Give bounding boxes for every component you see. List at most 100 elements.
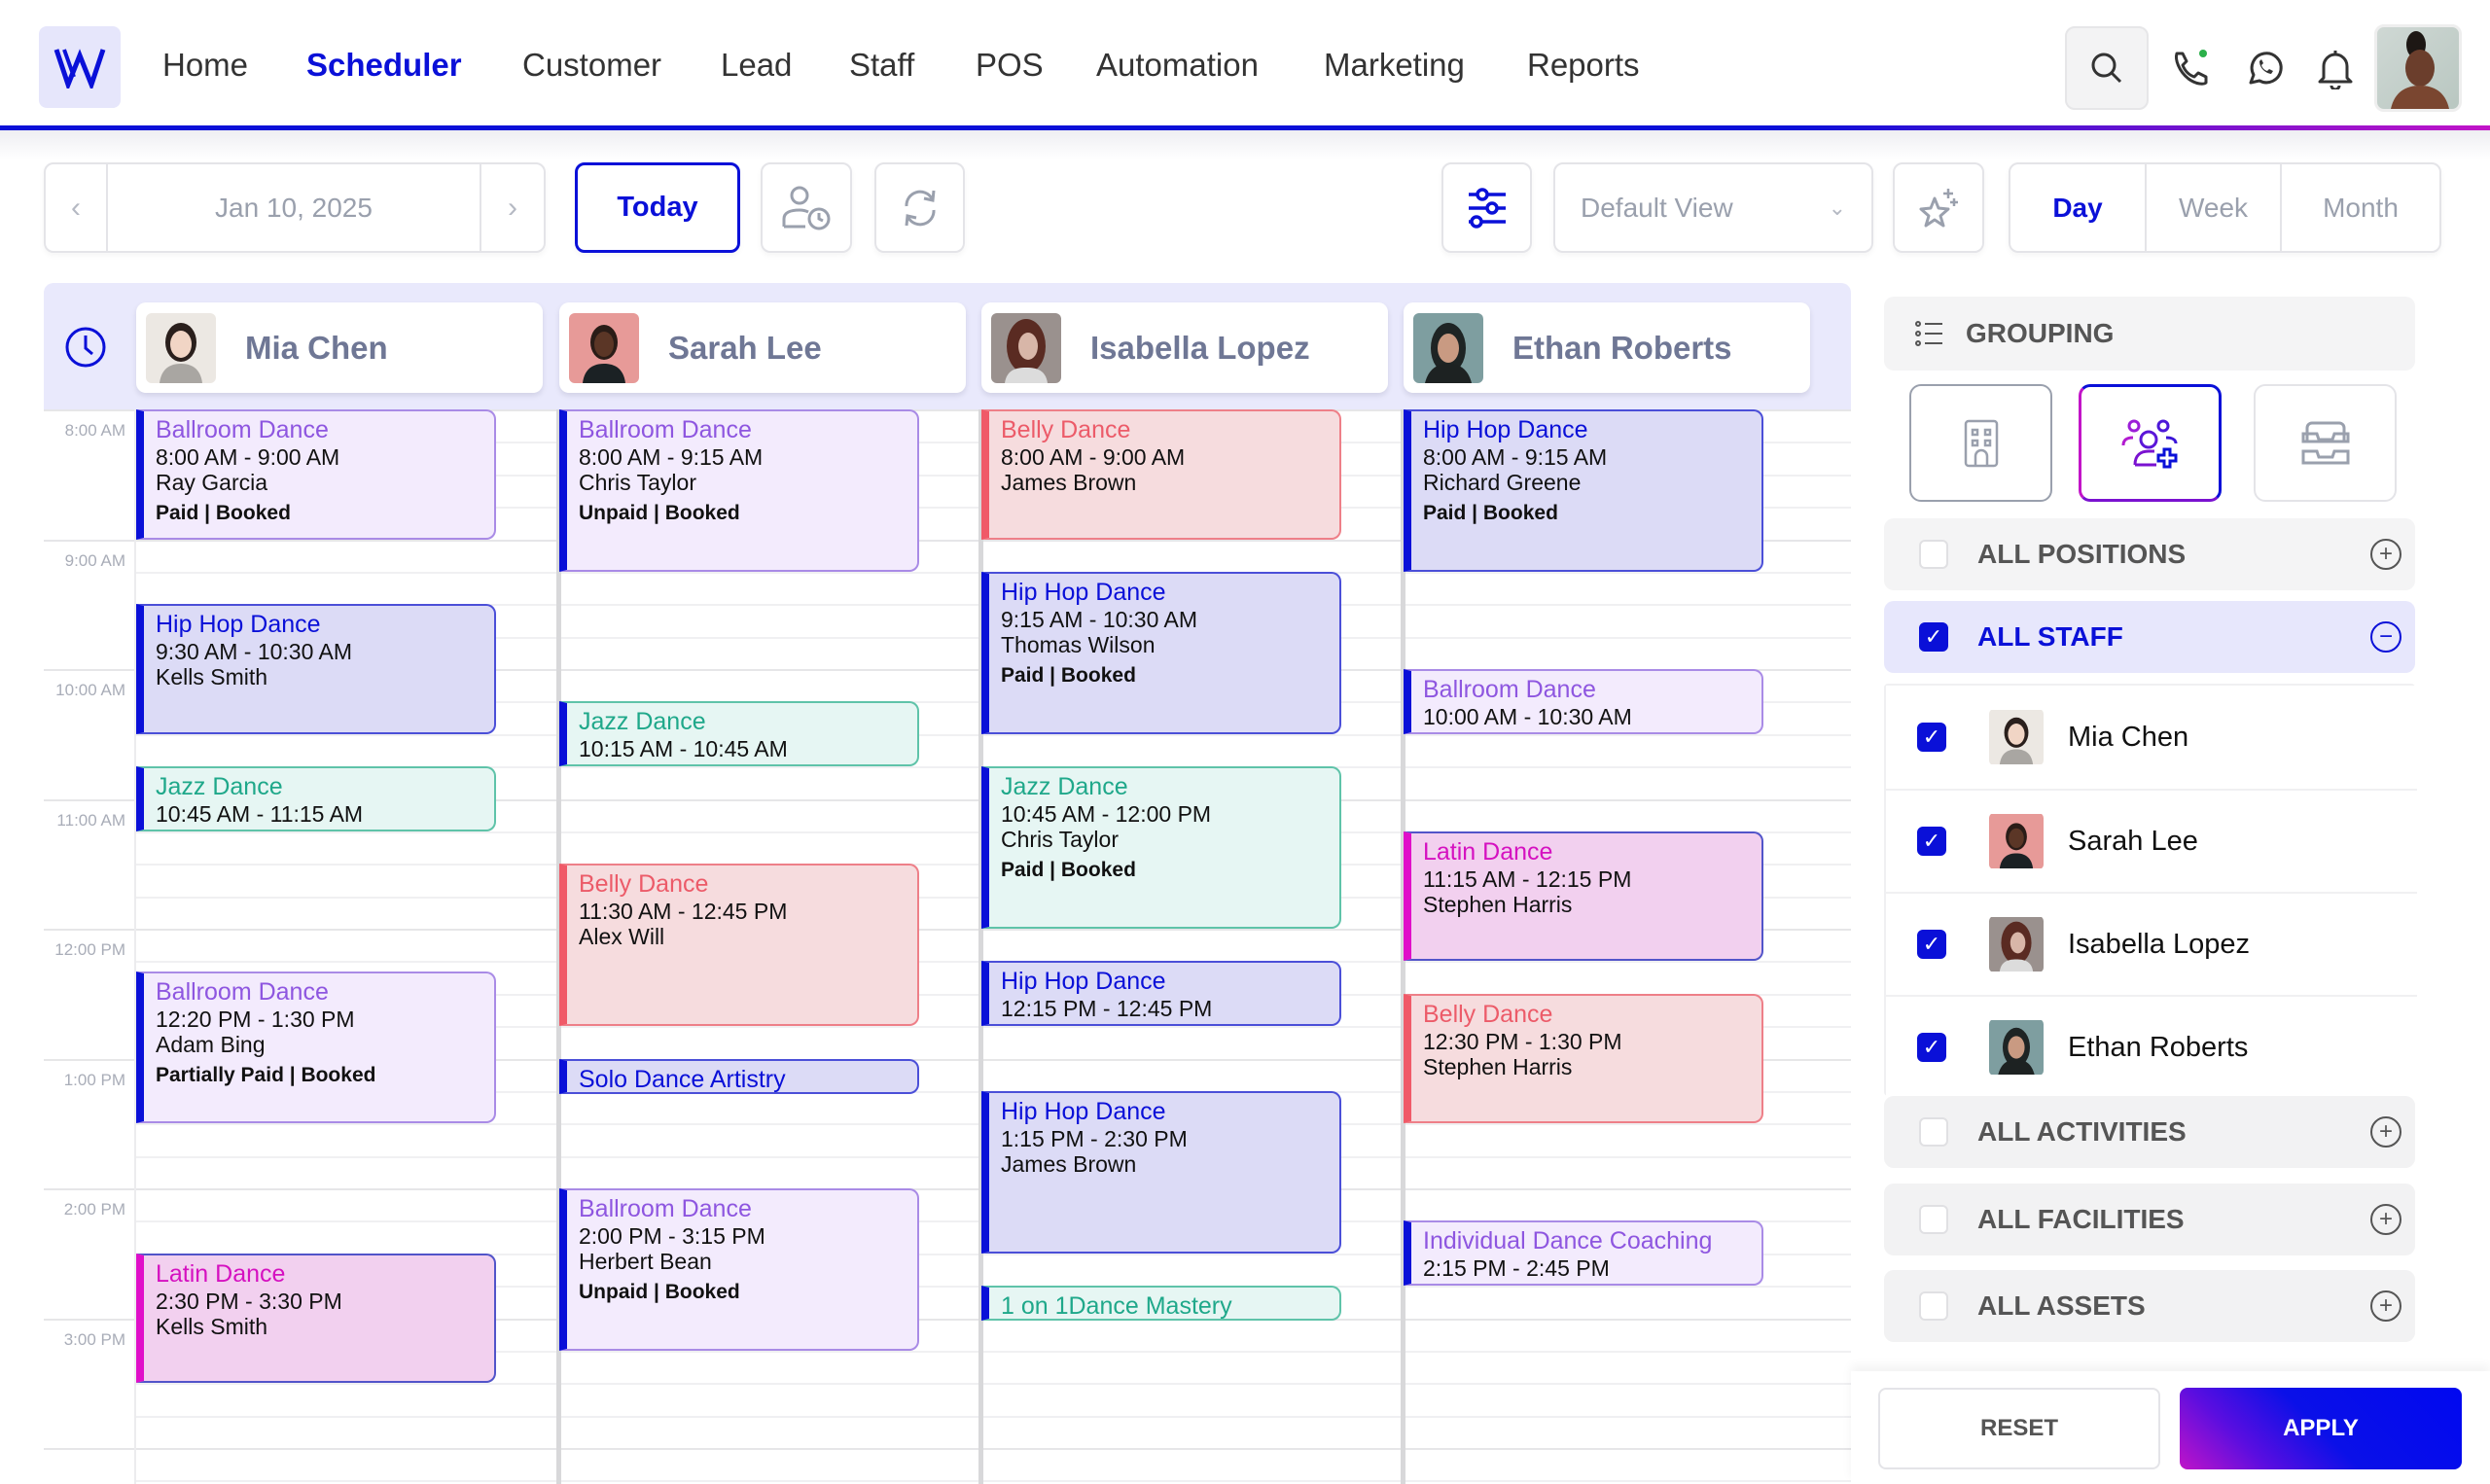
event-card[interactable]: Jazz Dance 10:15 AM - 10:45 AM: [559, 701, 919, 767]
expand-plus-icon[interactable]: +: [2370, 1116, 2401, 1148]
staff-name: Mia Chen: [245, 329, 388, 366]
group-by-facility[interactable]: [1909, 384, 2052, 502]
today-button[interactable]: Today: [575, 162, 740, 253]
all-positions-checkbox[interactable]: [1919, 540, 1948, 569]
event-title: Hip Hop Dance: [1423, 416, 1588, 443]
reset-button[interactable]: RESET: [1878, 1388, 2160, 1469]
tab-month[interactable]: Month: [2282, 164, 2439, 251]
tab-day[interactable]: Day: [2010, 164, 2147, 251]
time-label: 8:00 AM: [64, 421, 125, 440]
staff-checkbox[interactable]: ✓: [1917, 827, 1946, 856]
event-title: Ballroom Dance: [1423, 676, 1596, 703]
staff-filter-item[interactable]: ✓ Mia Chen: [1886, 686, 2417, 789]
filter-all-staff[interactable]: ✓ ALL STAFF −: [1884, 601, 2415, 673]
filter-all-activities[interactable]: ALL ACTIVITIES +: [1884, 1096, 2415, 1168]
nav-lead[interactable]: Lead: [721, 47, 792, 84]
expand-plus-icon[interactable]: +: [2370, 539, 2401, 570]
current-date[interactable]: Jan 10, 2025: [108, 193, 480, 224]
event-title: Belly Dance: [579, 870, 709, 899]
event-card[interactable]: Belly Dance 11:30 AM - 12:45 PM Alex Will: [559, 864, 919, 1027]
event-card[interactable]: Belly Dance 12:30 PM - 1:30 PM Stephen Har…: [1404, 993, 1763, 1124]
nav-automation[interactable]: Automation: [1096, 47, 1259, 84]
view-mode-tabs: Day Week Month: [2009, 162, 2441, 253]
event-status: Unpaid | Booked: [579, 502, 740, 524]
staff-checkbox[interactable]: ✓: [1917, 930, 1946, 959]
group-by-asset[interactable]: [2254, 384, 2397, 502]
nav-scheduler[interactable]: Scheduler: [306, 47, 462, 84]
all-positions-label: ALL POSITIONS: [1977, 539, 2187, 569]
event-title: Ballroom Dance: [579, 416, 752, 443]
event-card[interactable]: Individual Dance Coaching 2:15 PM - 2:45 …: [1404, 1220, 1763, 1287]
star-plus-icon: [1919, 188, 1958, 227]
time-grid: 8:00 AM 9:00 AM 10:00 AM 11:00 AM 12:00 PM 1:…: [44, 409, 1851, 1484]
all-assets-checkbox[interactable]: [1919, 1291, 1948, 1321]
event-card[interactable]: Solo Dance Artistry: [559, 1058, 919, 1094]
staff-checkbox[interactable]: ✓: [1917, 723, 1946, 752]
filter-button[interactable]: [1441, 162, 1532, 253]
all-activities-checkbox[interactable]: [1919, 1117, 1948, 1147]
tab-week[interactable]: Week: [2147, 164, 2282, 251]
staff-column-header[interactable]: Ethan Roberts: [1404, 302, 1810, 393]
event-card[interactable]: Ballroom Dance 2:00 PM - 3:15 PM Herbert B…: [559, 1188, 919, 1351]
quarter-gridline: [136, 1383, 1851, 1386]
filter-all-assets[interactable]: ALL ASSETS +: [1884, 1270, 2415, 1342]
staff-filter-item[interactable]: ✓ Ethan Roberts: [1886, 995, 2417, 1098]
event-time: 2:30 PM - 3:30 PM: [156, 1288, 342, 1314]
nav-home[interactable]: Home: [162, 47, 248, 84]
all-assets-label: ALL ASSETS: [1977, 1290, 2146, 1321]
event-card[interactable]: 1 on 1Dance Mastery: [981, 1286, 1341, 1322]
expand-plus-icon[interactable]: +: [2370, 1290, 2401, 1322]
staff-column-header[interactable]: Sarah Lee: [559, 302, 966, 393]
event-card[interactable]: Hip Hop Dance 9:30 AM - 10:30 AM Kells Smi…: [136, 604, 496, 734]
staff-column-header[interactable]: Isabella Lopez: [981, 302, 1388, 393]
user-avatar[interactable]: [2374, 24, 2462, 112]
prev-day-button[interactable]: ‹: [46, 164, 108, 251]
staff-filter-item[interactable]: ✓ Isabella Lopez: [1886, 892, 2417, 995]
event-card[interactable]: Hip Hop Dance 8:00 AM - 9:15 AM Richard Gr…: [1404, 409, 1763, 572]
event-client: James Brown: [1001, 1150, 1137, 1177]
staff-filter-item[interactable]: ✓ Sarah Lee: [1886, 789, 2417, 892]
staff-column-header[interactable]: Mia Chen: [136, 302, 543, 393]
event-card[interactable]: Ballroom Dance 8:00 AM - 9:15 AM Chris Tay…: [559, 409, 919, 572]
nav-staff[interactable]: Staff: [849, 47, 914, 84]
group-by-staff[interactable]: [2079, 384, 2222, 502]
nav-pos[interactable]: POS: [976, 47, 1044, 84]
app-logo[interactable]: [39, 26, 121, 108]
refresh-button[interactable]: [874, 162, 965, 253]
nav-customer[interactable]: Customer: [522, 47, 661, 84]
event-card[interactable]: Hip Hop Dance 12:15 PM - 12:45 PM: [981, 961, 1341, 1027]
expand-plus-icon[interactable]: +: [2370, 1204, 2401, 1235]
notifications-button[interactable]: [2294, 26, 2377, 110]
all-staff-checkbox[interactable]: ✓: [1919, 622, 1948, 652]
event-card[interactable]: Latin Dance 11:15 AM - 12:15 PM Stephen Ha…: [1404, 830, 1763, 962]
event-card[interactable]: Hip Hop Dance 9:15 AM - 10:30 AM Thomas Wi…: [981, 571, 1341, 734]
staff-availability-button[interactable]: [761, 162, 852, 253]
event-client: Kells Smith: [156, 664, 268, 690]
filter-all-positions[interactable]: ALL POSITIONS +: [1884, 518, 2415, 590]
event-card[interactable]: Jazz Dance 10:45 AM - 11:15 AM: [136, 766, 496, 831]
event-card[interactable]: Latin Dance 2:30 PM - 3:30 PM Kells Smith: [136, 1253, 496, 1384]
favorite-view-button[interactable]: [1893, 162, 1984, 253]
view-select[interactable]: Default View ⌄: [1553, 162, 1873, 253]
list-icon: [1915, 321, 1942, 346]
event-card[interactable]: Belly Dance 8:00 AM - 9:00 AM James Brown: [981, 409, 1341, 540]
event-status: Paid | Booked: [1001, 663, 1136, 687]
event-card[interactable]: Ballroom Dance 8:00 AM - 9:00 AM Ray Garci…: [136, 409, 496, 540]
nav-reports[interactable]: Reports: [1527, 47, 1640, 84]
apply-button[interactable]: APPLY: [2180, 1388, 2462, 1469]
filter-all-facilities[interactable]: ALL FACILITIES +: [1884, 1184, 2415, 1255]
event-card[interactable]: Jazz Dance 10:45 AM - 12:00 PM Chris Taylo…: [981, 766, 1341, 929]
collapse-minus-icon[interactable]: −: [2370, 621, 2401, 653]
staff-name: Sarah Lee: [668, 329, 822, 366]
staff-checkbox[interactable]: ✓: [1917, 1033, 1946, 1062]
event-card[interactable]: Hip Hop Dance 1:15 PM - 2:30 PM James Brow…: [981, 1090, 1341, 1254]
event-card[interactable]: Ballroom Dance 12:20 PM - 1:30 PM Adam Bin…: [136, 972, 496, 1124]
event-time: 12:20 PM - 1:30 PM: [156, 1007, 355, 1033]
event-time: 10:00 AM - 10:30 AM: [1423, 704, 1632, 729]
next-day-button[interactable]: ›: [480, 164, 544, 251]
phone-button[interactable]: [2150, 26, 2233, 110]
search-button[interactable]: [2065, 26, 2149, 110]
nav-marketing[interactable]: Marketing: [1324, 47, 1465, 84]
all-facilities-checkbox[interactable]: [1919, 1205, 1948, 1234]
event-card[interactable]: Ballroom Dance 10:00 AM - 10:30 AM: [1404, 669, 1763, 734]
